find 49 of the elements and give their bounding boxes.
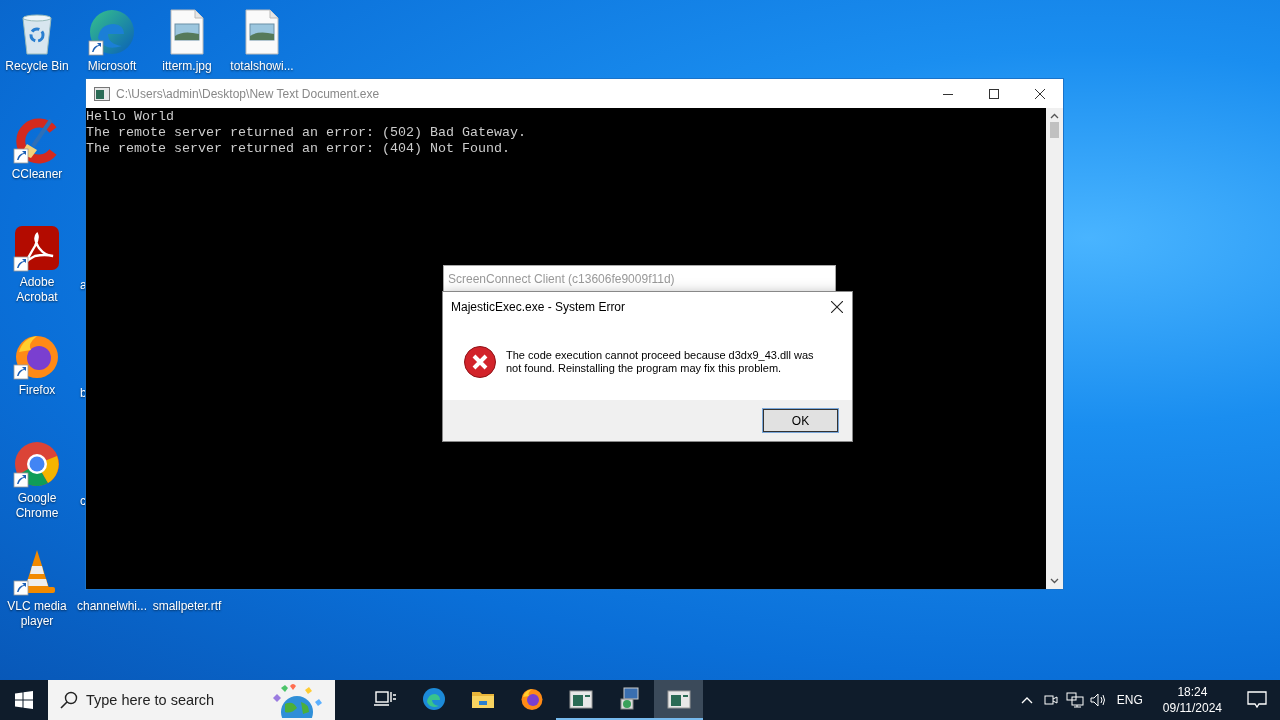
icon-label[interactable]: Recycle Bin	[0, 59, 74, 74]
maximize-icon	[989, 88, 999, 99]
error-icon	[463, 345, 497, 379]
taskbar-button[interactable]	[654, 680, 703, 720]
icon-label[interactable]: Adobe Acrobat	[0, 275, 74, 305]
search-icon	[60, 691, 78, 709]
error-message: The code execution cannot proceed because d3dx9_43.dll was not found. Reinstalling the program may fix this problem.	[506, 349, 815, 375]
icon-label[interactable]: CCleaner	[0, 167, 74, 182]
console-line: The remote server returned an error: (404) Not Found.	[86, 141, 510, 157]
camera-icon	[1042, 692, 1059, 708]
search-field[interactable]: Type here to search	[48, 680, 335, 720]
icon-label[interactable]: itterm.jpg	[150, 59, 224, 74]
browser-icon	[519, 687, 544, 711]
chevron-up-icon	[1020, 696, 1033, 704]
browser-icon[interactable]	[88, 8, 136, 56]
scrollbar-thumb[interactable]	[1050, 122, 1059, 138]
installer-icon	[617, 687, 642, 711]
close-icon	[831, 301, 843, 313]
icon-label[interactable]: Firefox	[0, 383, 74, 398]
browser-icon[interactable]	[13, 440, 61, 488]
speaker-icon	[1089, 692, 1108, 708]
browser-icon	[421, 687, 446, 711]
icon-label[interactable]: smallpeter.rtf	[150, 599, 224, 614]
console-app-icon	[666, 687, 691, 711]
close-icon	[1035, 88, 1045, 99]
clock[interactable]: 18:24 09/11/2024	[1150, 684, 1234, 716]
icon-label: c	[80, 494, 86, 509]
console-app-icon	[94, 86, 110, 101]
icon-label[interactable]: VLC media player	[0, 599, 74, 629]
scroll-up-icon[interactable]	[1050, 112, 1059, 121]
icon-label[interactable]: Google Chrome	[0, 491, 74, 521]
console-app-icon	[568, 687, 593, 711]
search-placeholder: Type here to search	[86, 692, 215, 708]
language-indicator[interactable]: ENG	[1116, 693, 1143, 707]
icon-label[interactable]: channelwhi...	[75, 599, 149, 614]
dialog-title: MajesticExec.exe - System Error	[451, 300, 627, 314]
window-title: C:\Users\admin\Desktop\New Text Document.exe	[116, 86, 381, 101]
console-line: Hello World	[86, 109, 174, 125]
scroll-down-icon[interactable]	[1050, 576, 1059, 585]
scrollbar[interactable]	[1046, 108, 1063, 589]
ok-button[interactable]: OK	[763, 409, 838, 432]
icon-label[interactable]: Microsoft	[75, 59, 149, 74]
console-line: The remote server returned an error: (502) Bad Gateway.	[86, 125, 526, 141]
pdf-app-icon[interactable]	[13, 224, 61, 272]
speech-bubble-icon	[1247, 691, 1267, 709]
network-icon	[1065, 692, 1084, 708]
icon-label[interactable]: totalshowi...	[225, 59, 299, 74]
windows-logo-icon	[15, 691, 33, 709]
window-title: ScreenConnect Client (c13606fe9009f11d)	[448, 272, 675, 286]
